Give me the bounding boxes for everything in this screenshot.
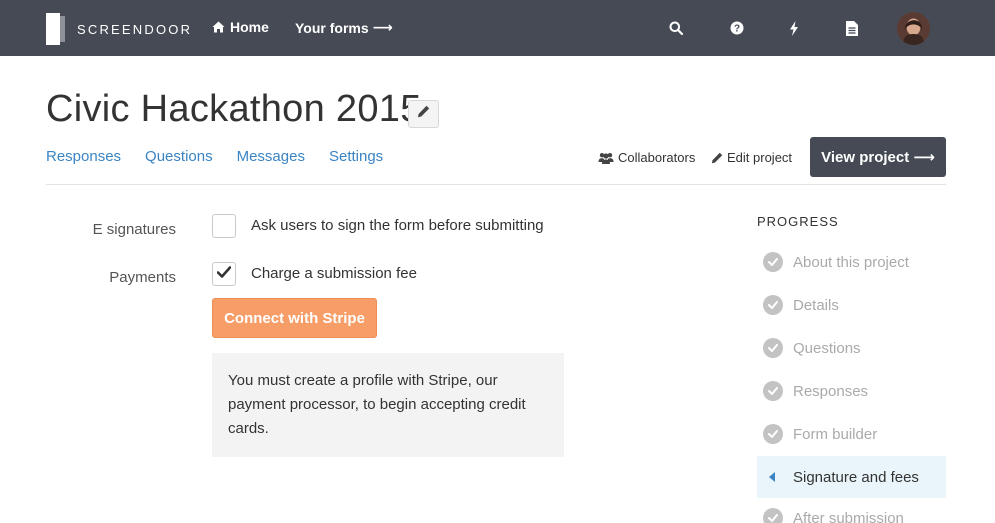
- brand-name: SCREENDOOR: [77, 21, 193, 37]
- tab-responses[interactable]: Responses: [46, 148, 121, 165]
- tab-questions[interactable]: Questions: [145, 148, 213, 165]
- progress-step-label: Signature and fees: [793, 468, 919, 486]
- check-circle-icon: [763, 381, 783, 401]
- pencil-icon: [417, 105, 430, 123]
- progress-step-label: After submission: [793, 509, 904, 523]
- top-navbar: SCREENDOOR Home Your forms ⟶ ?: [0, 0, 995, 56]
- stripe-note: You must create a profile with Stripe, o…: [212, 353, 564, 457]
- question-circle-icon[interactable]: ?: [727, 18, 747, 38]
- progress-step-label: Details: [793, 296, 839, 314]
- arrow-right-icon: ⟶: [372, 19, 393, 35]
- check-circle-icon: [763, 508, 783, 523]
- pencil-icon: [711, 152, 723, 164]
- search-icon[interactable]: [666, 18, 686, 38]
- nav-your-forms-link[interactable]: Your forms ⟶: [295, 19, 393, 36]
- check-circle-icon: [763, 338, 783, 358]
- progress-step-form-builder[interactable]: Form builder: [757, 413, 946, 455]
- esignatures-label: E signatures: [92, 221, 176, 238]
- user-avatar[interactable]: [897, 12, 930, 45]
- project-tabs: Responses Questions Messages Settings: [46, 148, 383, 165]
- users-icon: [598, 152, 614, 164]
- check-circle-icon: [763, 252, 783, 272]
- payments-option-label[interactable]: Charge a submission fee: [251, 265, 417, 282]
- esignatures-option-label[interactable]: Ask users to sign the form before submit…: [251, 217, 544, 234]
- check-circle-icon: [763, 295, 783, 315]
- progress-step-label: About this project: [793, 253, 909, 271]
- edit-project-label: Edit project: [727, 150, 793, 165]
- lightning-bolt-icon[interactable]: [784, 18, 804, 38]
- check-circle-icon: [763, 424, 783, 444]
- checkmark-icon: [216, 265, 232, 283]
- connect-stripe-button[interactable]: Connect with Stripe: [212, 298, 377, 338]
- progress-step-about[interactable]: About this project: [757, 241, 946, 283]
- nav-home-link[interactable]: Home: [212, 19, 269, 35]
- view-project-button[interactable]: View project ⟶: [810, 137, 946, 177]
- tab-settings[interactable]: Settings: [329, 148, 383, 165]
- divider: [46, 184, 946, 185]
- document-icon[interactable]: [842, 18, 862, 38]
- caret-left-icon: [769, 472, 775, 482]
- collaborators-link[interactable]: Collaborators: [598, 150, 695, 165]
- page-title: Civic Hackathon 2015: [46, 88, 422, 130]
- edit-project-link[interactable]: Edit project: [711, 150, 792, 165]
- esignatures-checkbox[interactable]: [212, 214, 236, 238]
- screendoor-logo[interactable]: SCREENDOOR: [46, 13, 192, 45]
- progress-step-questions[interactable]: Questions: [757, 327, 946, 369]
- svg-text:?: ?: [734, 24, 740, 35]
- progress-step-details[interactable]: Details: [757, 284, 946, 326]
- progress-step-responses[interactable]: Responses: [757, 370, 946, 412]
- home-icon: [212, 21, 225, 33]
- nav-forms-label: Your forms: [295, 19, 369, 36]
- progress-step-label: Responses: [793, 382, 869, 400]
- progress-title: PROGRESS: [757, 214, 839, 229]
- progress-step-signature-fees[interactable]: Signature and fees: [757, 456, 946, 498]
- door-logo-icon: [46, 13, 66, 45]
- nav-home-label: Home: [230, 19, 269, 35]
- collaborators-label: Collaborators: [618, 150, 696, 165]
- progress-step-label: Questions: [793, 339, 861, 357]
- payments-label: Payments: [109, 269, 176, 286]
- progress-step-label: Form builder: [793, 425, 878, 443]
- tab-messages[interactable]: Messages: [237, 148, 305, 165]
- edit-title-button[interactable]: [408, 100, 439, 128]
- progress-step-after-submission[interactable]: After submission: [757, 497, 946, 523]
- payments-checkbox[interactable]: [212, 262, 236, 286]
